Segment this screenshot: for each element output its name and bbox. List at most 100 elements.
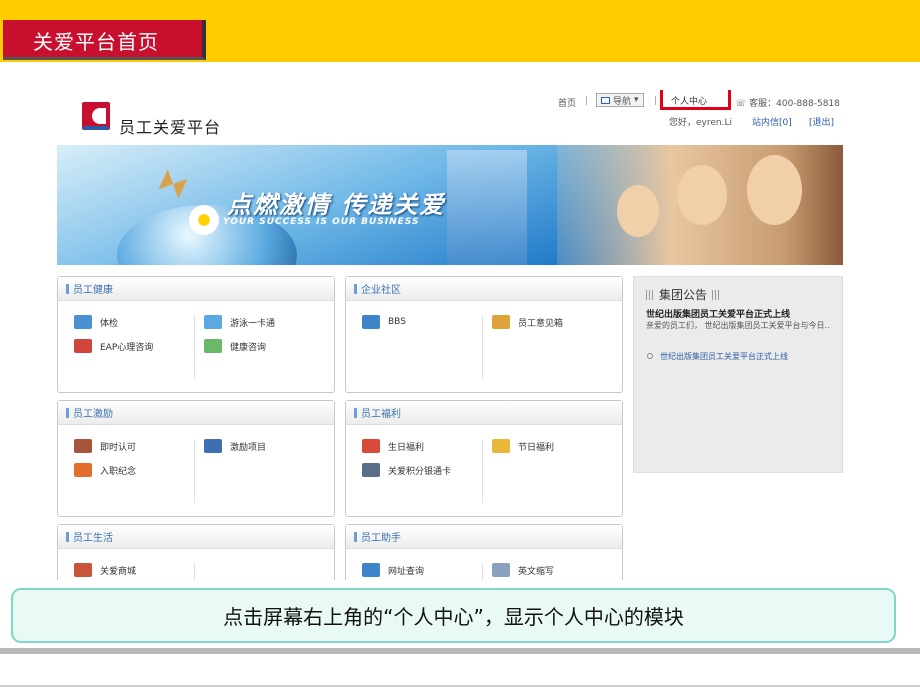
header-bar-icon <box>354 531 357 542</box>
item-label: 入职纪念 <box>100 466 137 477</box>
item-label: BBS <box>388 317 406 327</box>
header-bar-icon <box>66 407 69 418</box>
face-graphic <box>617 185 659 237</box>
module-item[interactable]: 英文缩写 <box>492 563 554 577</box>
module-item[interactable]: 入职纪念 <box>74 463 136 477</box>
module-item[interactable]: 关爱积分银通卡 <box>362 463 451 477</box>
module-item[interactable]: 生日福利 <box>362 439 424 453</box>
module-item[interactable]: EAP心理咨询 <box>74 339 153 353</box>
nav-home-link[interactable]: 首页 <box>558 96 576 109</box>
module-health: 员工健康 体检 游泳一卡通 EAP心理咨询 健康咨询 <box>57 276 335 393</box>
points-card-icon <box>362 463 380 477</box>
module-header: 员工生活 <box>58 525 334 549</box>
grip-icon <box>712 289 721 300</box>
module-community: 企业社区 BBS 员工意见箱 <box>345 276 623 393</box>
logout-link[interactable]: [退出] <box>809 115 834 128</box>
url-search-icon <box>362 563 380 577</box>
face-graphic <box>677 165 727 225</box>
module-title: 员工健康 <box>73 285 113 296</box>
medical-check-icon <box>74 315 92 329</box>
bottom-line <box>0 685 920 687</box>
phone-text: 客服：400-888-5818 <box>749 99 840 109</box>
module-item[interactable]: 即时认可 <box>74 439 136 453</box>
module-item[interactable]: 网址查询 <box>362 563 424 577</box>
item-label: 网址查询 <box>388 566 425 577</box>
module-title: 员工助手 <box>361 533 401 544</box>
logo-underline <box>83 126 109 130</box>
user-greeting: 您好，eyren.Li <box>669 118 732 128</box>
face-graphic <box>747 155 802 225</box>
mall-icon <box>74 563 92 577</box>
item-label: 关爱商城 <box>100 566 137 577</box>
header-bar-icon <box>66 283 69 294</box>
module-item[interactable]: BBS <box>362 315 406 329</box>
notice-heading: 集团公告 <box>659 288 708 302</box>
grip-icon <box>646 289 654 300</box>
personal-center-link[interactable]: 个人中心 <box>671 94 707 107</box>
hero-banner: 点燃激情 传递关爱 YOUR SUCCESS IS OUR BUSINESS <box>57 145 843 265</box>
instruction-caption: 点击屏幕右上角的“个人中心”，显示个人中心的模块 <box>11 588 896 643</box>
module-header: 员工激励 <box>58 401 334 425</box>
notice-link[interactable]: 世纪出版集团员工关爱平台正式上线 <box>660 351 788 362</box>
module-header: 员工健康 <box>58 277 334 301</box>
group-notice-panel: 集团公告 世纪出版集团员工关爱平台正式上线 亲爱的员工们， 世纪出版集团员工关爱… <box>633 276 843 473</box>
module-title: 员工激励 <box>73 409 113 420</box>
module-item[interactable]: 关爱商城 <box>74 563 136 577</box>
module-item[interactable]: 员工意见箱 <box>492 315 563 329</box>
item-label: 员工意见箱 <box>518 318 564 329</box>
personal-center-highlight[interactable]: 个人中心 <box>660 90 731 110</box>
nav-guide-label: 导航 <box>613 96 632 107</box>
incentive-project-icon <box>204 439 222 453</box>
module-item[interactable]: 节日福利 <box>492 439 554 453</box>
site-logo-text: 员工关爱平台 <box>119 118 222 137</box>
module-item[interactable]: 健康咨询 <box>204 339 266 353</box>
module-incentive: 员工激励 即时认可 激励项目 入职纪念 <box>57 400 335 517</box>
nav-guide-button[interactable]: 导航 ▾ <box>596 93 644 107</box>
bbs-icon <box>362 315 380 329</box>
module-item[interactable]: 游泳一卡通 <box>204 315 275 329</box>
module-title: 企业社区 <box>361 285 401 296</box>
module-assistant: 员工助手 网址查询 英文缩写 <box>345 524 623 580</box>
header-bar-icon <box>354 407 357 418</box>
bullet-icon <box>647 353 653 359</box>
notice-body: 亲爱的员工们， 世纪出版集团员工关爱平台与今日.. <box>646 321 830 330</box>
divider <box>482 439 483 503</box>
module-header: 企业社区 <box>346 277 622 301</box>
abbreviation-icon <box>492 563 510 577</box>
slide-title-box: 关爱平台首页 <box>3 20 206 60</box>
notice-title[interactable]: 世纪出版集团员工关爱平台正式上线 <box>646 307 790 320</box>
module-item[interactable]: 体检 <box>74 315 118 329</box>
menu-icon <box>601 96 610 104</box>
butterfly-graphic <box>158 169 187 198</box>
item-label: 节日福利 <box>518 442 555 453</box>
item-label: 生日福利 <box>388 442 425 453</box>
chevron-down-icon: ▾ <box>634 95 639 105</box>
module-header: 员工助手 <box>346 525 622 549</box>
item-label: 即时认可 <box>100 442 137 453</box>
module-life: 员工生活 关爱商城 <box>57 524 335 580</box>
web-screenshot: 员工关爱平台 首页 | 导航 ▾ | 个人中心 ☏ 客服：400-888-581… <box>55 90 853 580</box>
notice-header: 集团公告 <box>646 286 721 303</box>
banner-people-photo <box>557 145 843 265</box>
item-label: 体检 <box>100 318 119 329</box>
item-label: 健康咨询 <box>230 342 267 353</box>
item-label: 激励项目 <box>230 442 267 453</box>
suggestion-box-icon <box>492 315 510 329</box>
slide-title: 关爱平台首页 <box>33 30 159 54</box>
messages-link[interactable]: 站内信[0] <box>752 115 792 128</box>
customer-service-phone: ☏ 客服：400-888-5818 <box>735 99 840 109</box>
swim-card-icon <box>204 315 222 329</box>
module-item[interactable]: 激励项目 <box>204 439 266 453</box>
divider <box>482 563 483 580</box>
banner-slogan: 点燃激情 传递关爱 <box>227 191 446 219</box>
divider <box>482 315 483 379</box>
item-label: 关爱积分银通卡 <box>388 466 452 477</box>
divider <box>194 315 195 379</box>
recognition-icon <box>74 439 92 453</box>
header-bar-icon <box>66 531 69 542</box>
nav-separator: | <box>654 96 658 106</box>
divider <box>194 563 195 580</box>
item-label: 英文缩写 <box>518 566 555 577</box>
anniversary-icon <box>74 463 92 477</box>
bottom-band <box>0 648 920 654</box>
